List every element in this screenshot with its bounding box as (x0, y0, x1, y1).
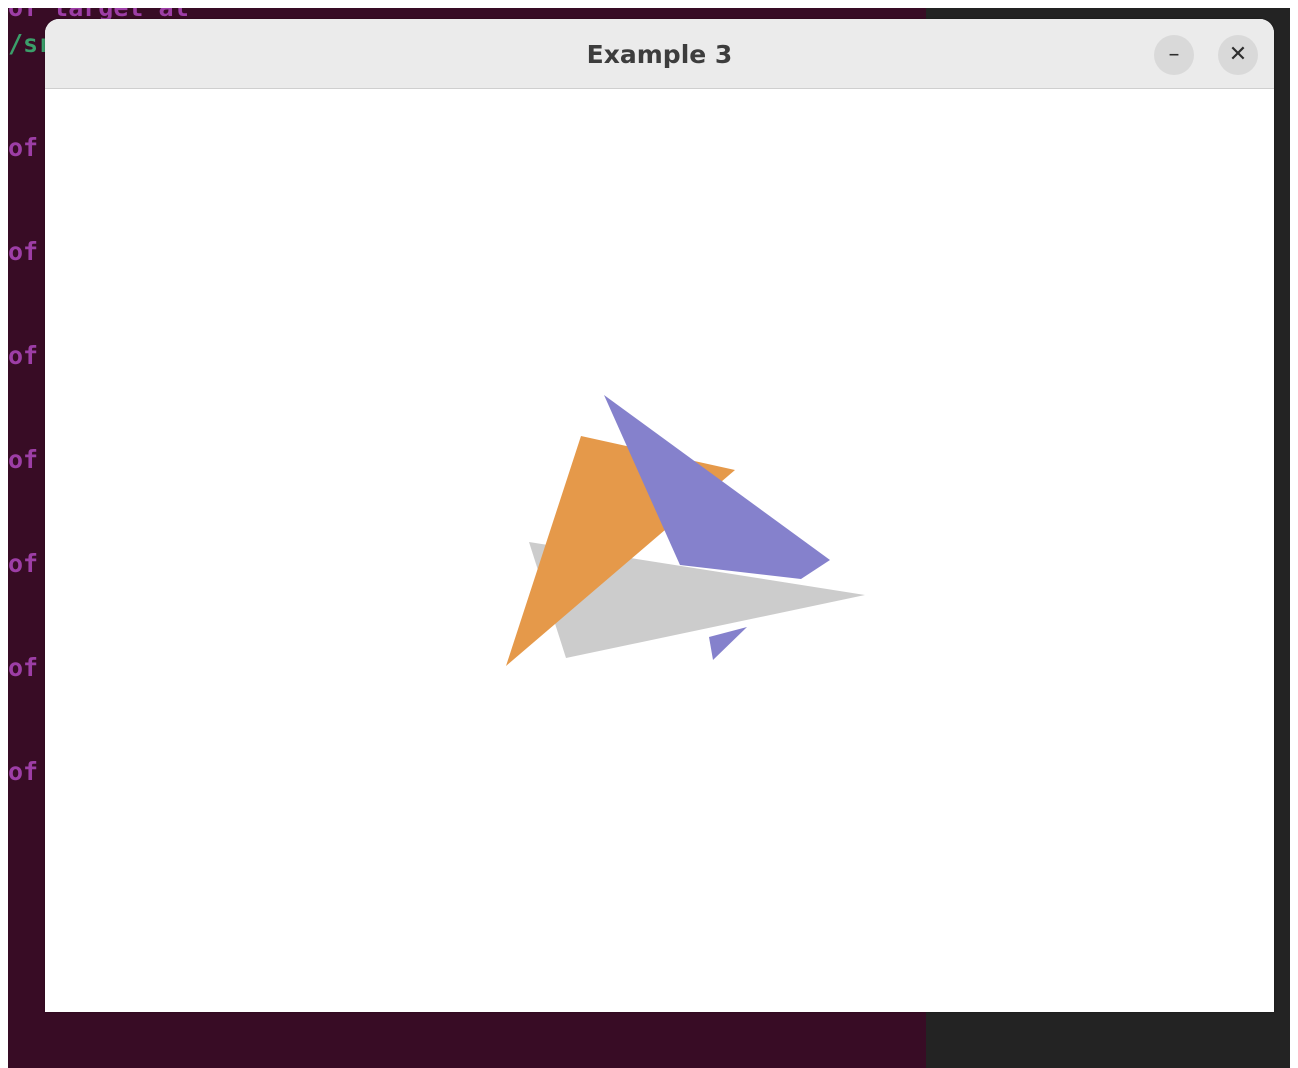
terminal-line: of (8, 341, 39, 370)
desktop: of target al /sr of of of of of of of Ex… (0, 0, 1298, 1068)
terminal-line: of (8, 133, 39, 162)
purple-triangle-tail (709, 627, 747, 660)
terminal-line: of (8, 445, 39, 474)
terminal-line: of (8, 237, 39, 266)
app-window: Example 3 – ✕ (45, 19, 1274, 1012)
window-titlebar[interactable]: Example 3 – ✕ (45, 19, 1274, 89)
window-title: Example 3 (586, 40, 733, 69)
terminal-line: of (8, 549, 39, 578)
close-icon: ✕ (1228, 42, 1248, 67)
minimize-icon: – (1168, 42, 1180, 67)
render-canvas (45, 89, 1274, 1012)
triangles-scene (506, 395, 865, 666)
terminal-line: of (8, 653, 39, 682)
terminal-line: of (8, 757, 39, 786)
close-button[interactable]: ✕ (1218, 35, 1258, 75)
minimize-button[interactable]: – (1154, 35, 1194, 75)
